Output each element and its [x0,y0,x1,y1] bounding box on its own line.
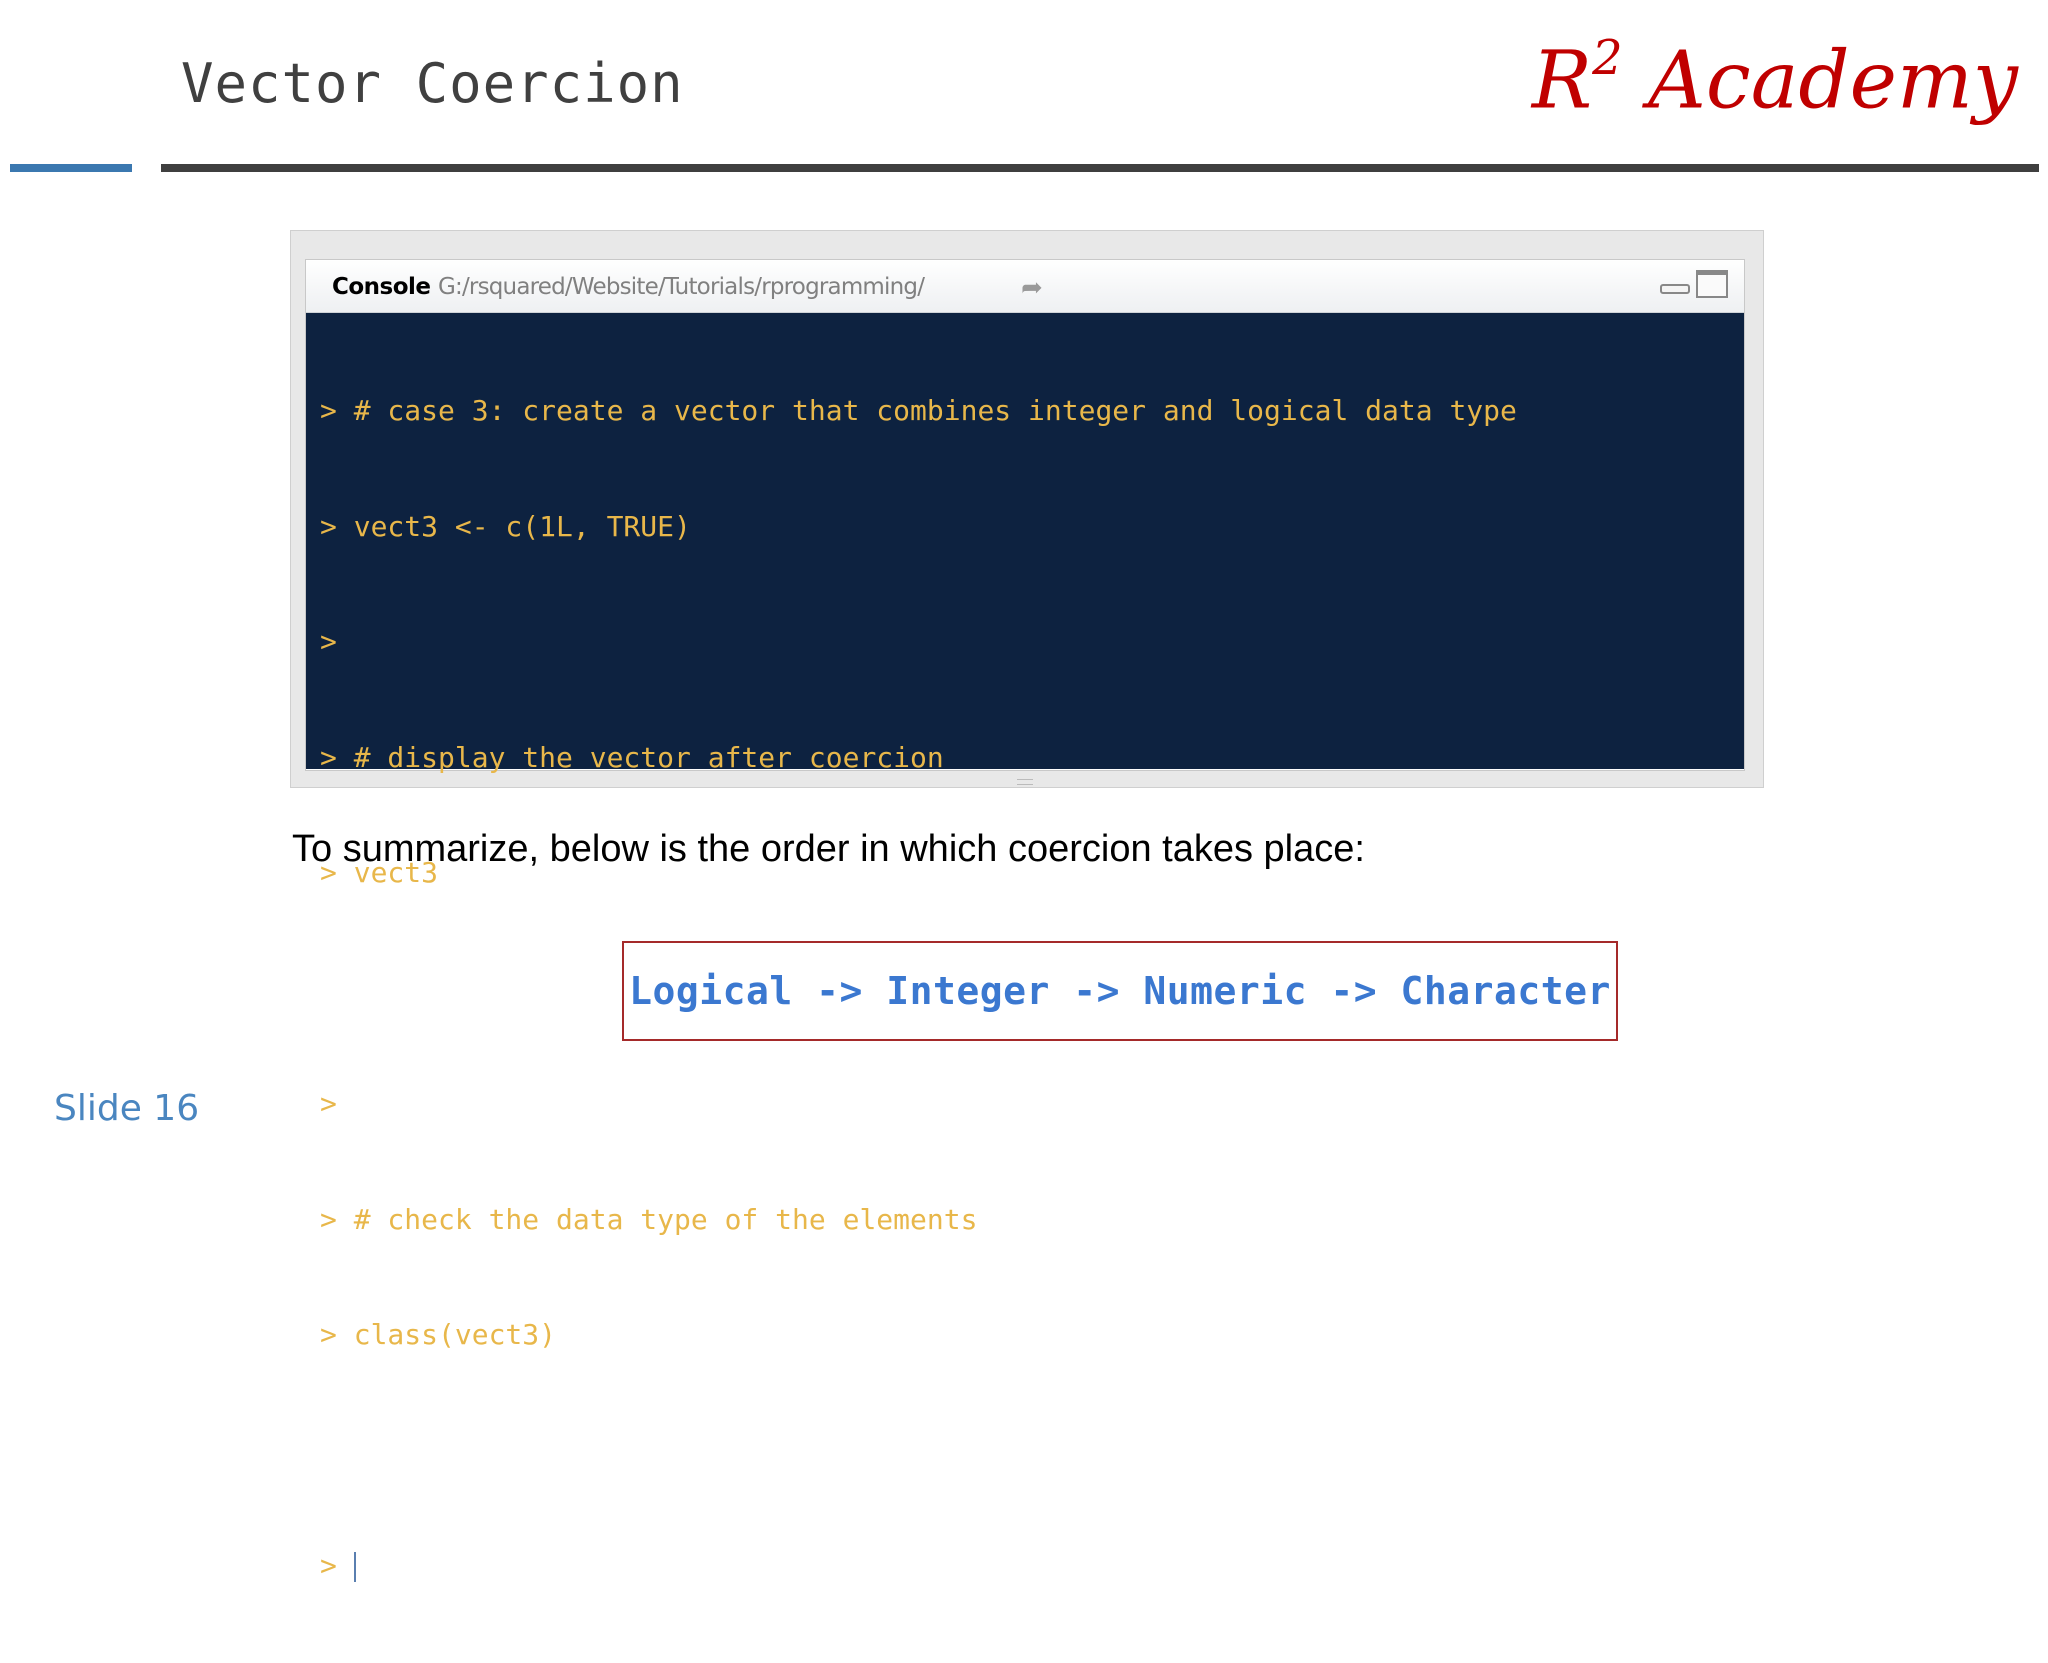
brand-superscript: 2 [1592,30,1623,86]
console-line: > # display the vector after coercion [320,740,944,774]
console-line: > vect3 <- c(1L, TRUE) [320,509,691,543]
console-line: > [320,625,337,658]
resize-grip[interactable] [1017,779,1033,785]
slide-number: Slide 16 [54,1088,200,1129]
slide-title: Vector Coercion [181,52,684,115]
console-pane-header: Console G:/rsquared/Website/Tutorials/rp… [306,260,1744,313]
console-input-line[interactable]: > [320,1547,1730,1586]
console-pane: Console G:/rsquared/Website/Tutorials/rp… [305,259,1745,1582]
header-rule-accent [10,164,132,172]
console-line: > class(vect3) [320,1318,557,1351]
console-prompt: > [320,1549,337,1582]
coercion-order-text: Logical -> Integer -> Numeric -> Charact… [629,969,1611,1013]
brand-prefix: R [1531,33,1593,127]
console-line: > # case 3: create a vector that combine… [320,394,1517,427]
text-cursor [353,1552,356,1582]
console-output[interactable]: > # case 3: create a vector that combine… [306,313,1744,1582]
minimize-pane-icon[interactable] [1660,284,1690,294]
summary-text: To summarize, below is the order in whic… [292,828,1365,870]
go-to-directory-icon[interactable]: ➦ [1021,272,1043,303]
console-line: > # check the data type of the elements [320,1202,978,1236]
header-rule [161,164,2039,172]
maximize-pane-icon[interactable] [1696,270,1728,298]
working-directory-path: G:/rsquared/Website/Tutorials/rprogrammi… [438,274,925,300]
console-tab[interactable]: Console [332,274,431,300]
console-line: > [320,1087,337,1120]
coercion-order-box: Logical -> Integer -> Numeric -> Charact… [622,941,1618,1041]
console-output-line: [1] "integer" [320,1433,540,1467]
brand-logo: R2 Academy [1532,34,2018,121]
brand-name: Academy [1648,33,2018,127]
console-screenshot: Console G:/rsquared/Website/Tutorials/rp… [290,230,1764,1582]
